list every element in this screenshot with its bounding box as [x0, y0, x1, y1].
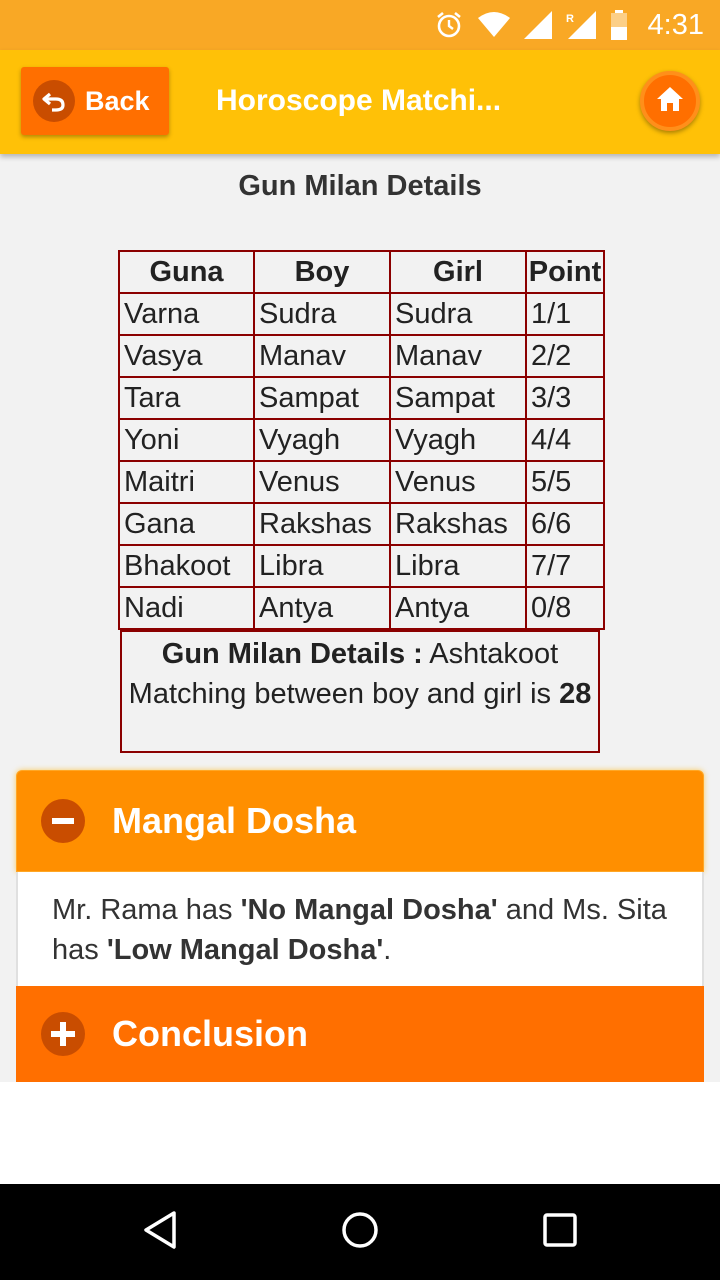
conclusion-accordion-header[interactable]: Conclusion [16, 986, 704, 1082]
roaming-signal-icon: R [566, 11, 596, 39]
table-row: Gana Rakshas Rakshas 6/6 [118, 502, 605, 546]
nav-back-button[interactable] [136, 1208, 184, 1256]
table-row: Nadi Antya Antya 0/8 [118, 586, 605, 630]
table-cell: 5/5 [525, 460, 605, 504]
table-cell: 1/1 [525, 292, 605, 336]
column-header-girl: Girl [389, 250, 527, 294]
table-cell: Varna [118, 292, 255, 336]
square-recents-icon [543, 1212, 577, 1252]
table-cell: Sampat [389, 376, 527, 420]
table-cell: Libra [253, 544, 391, 588]
home-button[interactable] [640, 71, 700, 131]
mangal-dosha-content: Mr. Rama has 'No Mangal Dosha' and Ms. S… [16, 872, 704, 986]
table-cell: Gana [118, 502, 255, 546]
table-header-row: Guna Boy Girl Point [118, 250, 605, 294]
table-cell: Sudra [389, 292, 527, 336]
table-cell: Manav [253, 334, 391, 378]
column-header-guna: Guna [118, 250, 255, 294]
summary-score: 28 [559, 678, 592, 710]
table-row: Varna Sudra Sudra 1/1 [118, 292, 605, 336]
alarm-icon [434, 10, 464, 40]
boy-mangal-status: 'No Mangal Dosha' [240, 894, 498, 926]
table-cell: 7/7 [525, 544, 605, 588]
table-cell: Antya [253, 586, 391, 630]
table-row: Tara Sampat Sampat 3/3 [118, 376, 605, 420]
table-cell: 6/6 [525, 502, 605, 546]
minus-icon [41, 799, 85, 843]
nav-home-button[interactable] [336, 1208, 384, 1256]
back-button-label: Back [85, 85, 150, 116]
table-cell: Manav [389, 334, 527, 378]
table-cell: 2/2 [525, 334, 605, 378]
circle-home-icon [341, 1211, 379, 1254]
system-navigation-bar [0, 1184, 720, 1280]
table-cell: Tara [118, 376, 255, 420]
table-cell: Antya [389, 586, 527, 630]
mangal-dosha-accordion-header[interactable]: Mangal Dosha [16, 770, 704, 872]
table-cell: Vyagh [389, 418, 527, 462]
wifi-icon [477, 12, 510, 38]
conclusion-title: Conclusion [112, 1013, 308, 1054]
home-icon [655, 85, 685, 118]
battery-icon [610, 10, 628, 40]
status-bar: R 4:31 [0, 0, 720, 50]
table-cell: Libra [389, 544, 527, 588]
table-cell: Bhakoot [118, 544, 255, 588]
table-cell: 4/4 [525, 418, 605, 462]
summary-label: Gun Milan Details : [161, 638, 423, 670]
back-button[interactable]: Back [21, 67, 169, 135]
table-cell: Sudra [253, 292, 391, 336]
app-bar: Back Horoscope Matchi... [0, 50, 720, 154]
table-row: Vasya Manav Manav 2/2 [118, 334, 605, 378]
gun-milan-summary: Gun Milan Details : Ashtakoot Matching b… [120, 630, 600, 753]
table-cell: Vyagh [253, 418, 391, 462]
triangle-back-icon [142, 1210, 178, 1255]
mangal-dosha-title: Mangal Dosha [112, 800, 357, 841]
table-cell: Rakshas [253, 502, 391, 546]
table-cell: Vasya [118, 334, 255, 378]
cell-signal-icon [523, 11, 552, 39]
gun-milan-table: Guna Boy Girl Point Varna Sudra Sudra 1/… [118, 250, 605, 630]
table-cell: Nadi [118, 586, 255, 630]
girl-mangal-status: 'Low Mangal Dosha' [106, 934, 384, 966]
table-cell: Venus [389, 460, 527, 504]
column-header-point: Point [525, 250, 605, 294]
table-cell: Venus [253, 460, 391, 504]
section-title: Gun Milan Details [238, 170, 482, 202]
table-cell: Rakshas [389, 502, 527, 546]
back-arrow-icon [33, 80, 75, 122]
svg-text:R: R [566, 13, 574, 25]
page-title: Horoscope Matchi... [216, 84, 502, 117]
table-row: Bhakoot Libra Libra 7/7 [118, 544, 605, 588]
content-background [0, 1082, 720, 1184]
table-cell: Yoni [118, 418, 255, 462]
table-cell: Sampat [253, 376, 391, 420]
column-header-boy: Boy [253, 250, 391, 294]
table-row: Yoni Vyagh Vyagh 4/4 [118, 418, 605, 462]
table-cell: 0/8 [525, 586, 605, 630]
mangal-text-part: . [383, 934, 392, 966]
table-cell: 3/3 [525, 376, 605, 420]
plus-icon [41, 1012, 85, 1056]
table-row: Maitri Venus Venus 5/5 [118, 460, 605, 504]
clock-time: 4:31 [647, 8, 704, 41]
mangal-text-part: Mr. Rama has [52, 894, 241, 926]
table-cell: Maitri [118, 460, 255, 504]
nav-recents-button[interactable] [536, 1208, 584, 1256]
